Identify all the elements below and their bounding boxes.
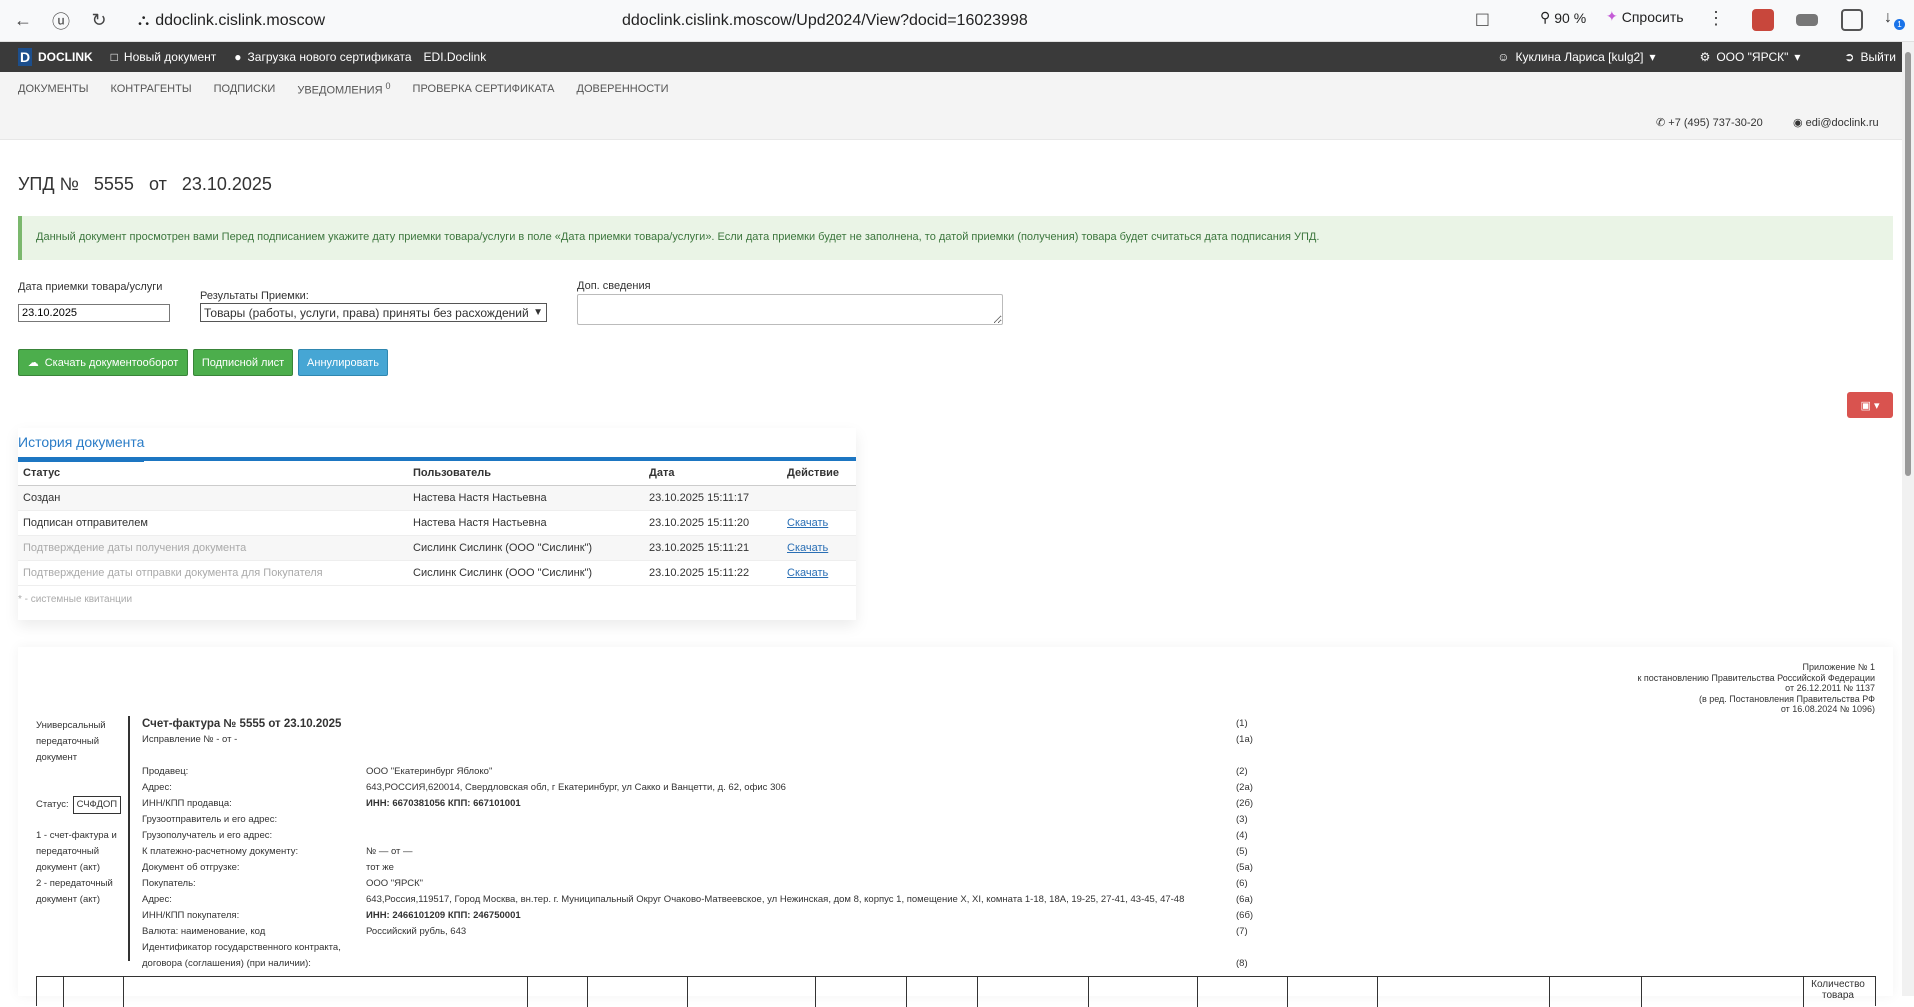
zoom-icon: ⚲ [1540, 9, 1551, 25]
ask-button[interactable]: ✦ Спросить [1606, 8, 1684, 25]
address-bar[interactable]: ⛬ ddoclink.cislink.moscow ddoclink.cisli… [138, 6, 1494, 36]
table-row: Подтверждение даты отправки документа дл… [18, 560, 856, 586]
chevron-down-icon: ▼ [533, 307, 543, 318]
extension-icon[interactable] [1796, 14, 1818, 26]
divider [128, 716, 130, 961]
address-url: ddoclink.cislink.moscow/Upd2024/View?doc… [622, 12, 1028, 29]
mail-icon: ◉ [1793, 117, 1803, 129]
scrollbar-thumb[interactable] [1905, 52, 1911, 476]
acceptance-date-input[interactable] [18, 304, 170, 322]
nav-subscriptions[interactable]: ПОДПИСКИ [214, 83, 276, 95]
pdf-export-button[interactable]: ▣ ▾ [1847, 392, 1893, 418]
extension-icon[interactable] [1752, 9, 1774, 31]
reload-icon[interactable]: ↻ [82, 4, 116, 38]
bookmark-icon[interactable]: ☐ [1475, 11, 1490, 31]
nav-check-cert[interactable]: ПРОВЕРКА СЕРТИФИКАТА [413, 83, 555, 95]
org-menu[interactable]: ⚙ ООО "ЯРСК" ▾ [1700, 50, 1801, 64]
system-receipts-note: * - системные квитанции [18, 594, 133, 605]
yandex-icon[interactable]: ⓤ [44, 4, 78, 38]
document-icon: □ [110, 50, 118, 64]
history-panel: История документа Статус Пользователь Да… [18, 428, 856, 620]
circle-icon: ● [234, 50, 242, 64]
nav-notifications[interactable]: УВЕДОМЛЕНИЯ 0 [297, 81, 390, 97]
nav-powers[interactable]: ДОВЕРЕННОСТИ [577, 83, 669, 95]
page-title: УПД № 5555 от 23.10.2025 [18, 174, 272, 194]
back-icon[interactable]: ← [6, 4, 40, 38]
caret-down-icon: ▾ [1794, 50, 1801, 64]
phone-icon: ✆ [1656, 117, 1666, 129]
main-nav: ДОКУМЕНТЫ КОНТРАГЕНТЫ ПОДПИСКИ УВЕДОМЛЕН… [0, 72, 1914, 106]
logout-icon: ➲ [1844, 50, 1855, 64]
email-contact[interactable]: ◉ edi@doclink.ru [1793, 116, 1879, 129]
extra-info-textarea[interactable] [577, 294, 1003, 325]
app-topbar: D DOCLINK □ Новый документ ● Загрузка новог… [0, 42, 1914, 72]
table-row: Создан Настева Настя Настьевна 23.10.202… [18, 485, 856, 511]
contacts-bar: ✆ +7 (495) 737-30-20 ◉ edi@doclink.ru [0, 106, 1914, 140]
col-user: Пользователь [408, 461, 644, 486]
phone-contact[interactable]: ✆ +7 (495) 737-30-20 [1656, 116, 1763, 129]
history-table: Статус Пользователь Дата Действие Создан… [18, 461, 856, 586]
download-docflow-button[interactable]: ☁ Скачать документооборот [18, 349, 188, 376]
logout-link[interactable]: ➲ Выйти [1844, 50, 1896, 64]
download-link[interactable]: Скачать [787, 567, 828, 579]
invoice-title: Счет-фактура № 5555 от 23.10.2025 [142, 718, 342, 730]
downloads-icon[interactable]: 1 ↓ [1884, 9, 1905, 31]
col-action: Действие [782, 461, 856, 486]
scrollbar[interactable] [1902, 42, 1914, 996]
table-row: Подписан отправителем Настева Настя Наст… [18, 510, 856, 536]
document-preview: Приложение № 1 к постановлению Правитель… [18, 647, 1893, 1007]
goods-table-header [36, 976, 1876, 1007]
user-menu[interactable]: ☺ Куклина Лариса [kulg2] ▾ [1497, 50, 1655, 64]
site-info-icon[interactable]: ⛬ [138, 12, 149, 30]
cloud-download-icon: ☁ [27, 357, 39, 369]
extra-info-label: Доп. сведения [577, 280, 651, 292]
gear-icon: ⚙ [1699, 50, 1711, 64]
doc-side-info: Универсальный передаточный документ Стат… [36, 718, 126, 908]
downloads-badge: 1 [1894, 19, 1905, 30]
logo-mark: D [18, 48, 32, 66]
extension-icon[interactable] [1841, 9, 1863, 31]
new-document-link[interactable]: □ Новый документ [111, 50, 217, 64]
address-domain: ddoclink.cislink.moscow [155, 12, 326, 29]
acceptance-date-label: Дата приемки товара/услуги [18, 281, 163, 293]
download-link[interactable]: Скачать [787, 542, 828, 554]
nav-contractors[interactable]: КОНТРАГЕНТЫ [110, 83, 191, 95]
caret-down-icon: ▾ [1873, 399, 1880, 412]
acceptance-result-select[interactable]: Товары (работы, услуги, права) приняты б… [200, 303, 547, 322]
ai-icon: ✦ [1606, 8, 1618, 24]
invoice-details: Счет-фактура № 5555 от 23.10.2025 (1) Исп… [142, 718, 1254, 969]
notifications-count: 0 [385, 81, 391, 92]
status-badge: СЧФДОП [72, 796, 122, 814]
browser-toolbar: ← ⓤ ↻ ⛬ ddoclink.cislink.moscow ddoclink… [0, 0, 1914, 42]
table-row: Подтверждение даты получения документа С… [18, 535, 856, 561]
annul-button[interactable]: Аннулировать [298, 349, 388, 376]
appendix-note: Приложение № 1 к постановлению Правитель… [1637, 662, 1875, 714]
nav-documents[interactable]: ДОКУМЕНТЫ [18, 83, 88, 95]
user-icon: ☺ [1497, 50, 1510, 64]
pdf-icon: ▣ [1860, 399, 1871, 412]
col-date: Дата [644, 461, 782, 486]
logo[interactable]: D DOCLINK [18, 48, 93, 66]
sign-sheet-button[interactable]: Подписной лист [193, 349, 293, 376]
menu-icon[interactable]: ⋮ [1707, 8, 1725, 29]
edi-link[interactable]: EDI.Doclink [424, 50, 487, 64]
qty-header: Количество товара [1811, 979, 1865, 1001]
acceptance-result-label: Результаты Приемки: [200, 290, 309, 302]
info-alert: Данный документ просмотрен вами Перед по… [18, 216, 1893, 260]
upload-cert-link[interactable]: ● Загрузка нового сертификата [234, 50, 411, 64]
caret-down-icon: ▾ [1649, 50, 1656, 64]
col-status: Статус [18, 461, 408, 486]
tab-history[interactable]: История документа [18, 434, 145, 462]
zoom-indicator[interactable]: ⚲ 90 % [1540, 9, 1586, 26]
download-link[interactable]: Скачать [787, 517, 828, 529]
